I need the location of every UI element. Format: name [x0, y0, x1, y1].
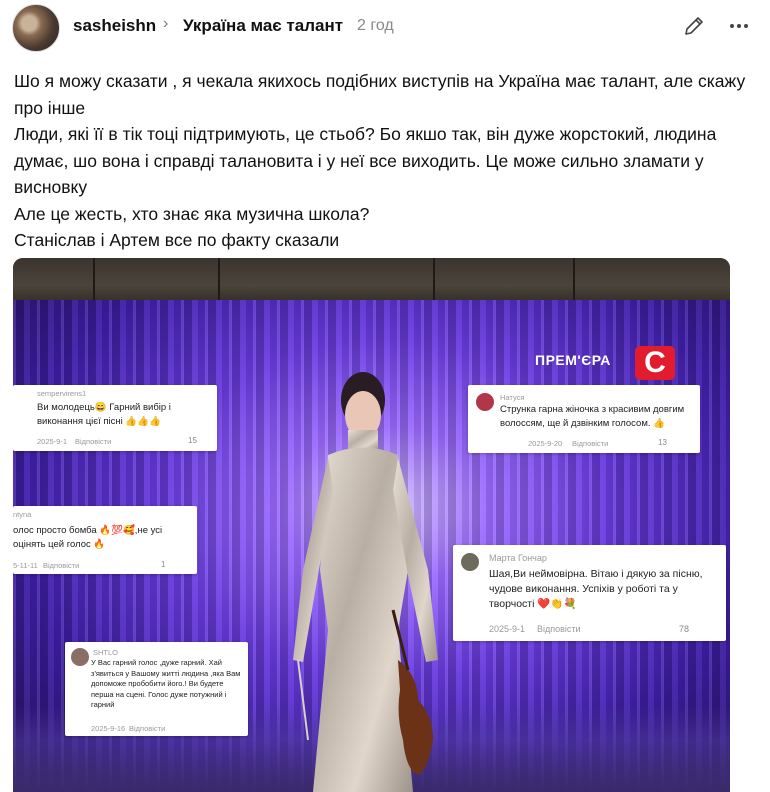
comment-text: Ви молодець😄 Гарний вибір і виконання ці… — [37, 402, 171, 427]
performer-figure — [293, 372, 438, 792]
avatar[interactable] — [12, 4, 60, 52]
comment-reply: Відповісти — [129, 724, 166, 733]
post-line: Але це жесть, хто знає яка музична школа… — [14, 203, 370, 224]
community-link[interactable]: Україна має талант — [183, 16, 343, 36]
comment-text: Шая,Ви неймовірна. Вітаю і дякую за пісн… — [489, 568, 703, 610]
premiere-label: ПРЕМ'ЄРА — [535, 352, 611, 368]
tv-screen: ПРЕМ'ЄРА С sempervirens1 Ви молодець😄 Га… — [13, 300, 730, 792]
comment-text: У Вас гарний голос ,дуже гарний. Хай з'я… — [91, 658, 241, 709]
comment-likes: 15 — [188, 436, 197, 445]
comment-date: 2025-9-1 — [37, 437, 68, 446]
comment-user: SHTLO — [93, 648, 119, 657]
post-line: Шо я можу сказати , я чекала якихось под… — [14, 71, 746, 118]
comment-avatar — [461, 553, 479, 571]
post-body: Шо я можу сказати , я чекала якихось под… — [14, 68, 754, 254]
post-line: Люди, які її в тік тоці підтримують, це … — [14, 124, 717, 197]
comment-likes: 1 — [161, 560, 166, 569]
comment-date: 2025-9-16 — [91, 724, 126, 733]
chevron-right-icon: › — [163, 15, 169, 32]
comment-date: 2025-9-1 — [489, 624, 526, 634]
comment-date: 2025-9-20 — [528, 439, 563, 448]
comment-avatar — [71, 648, 89, 666]
comment-date: 5-11-11 — [13, 561, 38, 570]
comment-reply: Відповісти — [43, 561, 80, 570]
comment-card: ntyna олос просто бомба 🔥💯🥰,не усі оціня… — [13, 506, 197, 574]
comment-user: Натуся — [500, 393, 525, 402]
more-dots-icon[interactable] — [727, 14, 751, 38]
channel-logo: С — [635, 346, 675, 380]
comment-card: sempervirens1 Ви молодець😄 Гарний вибір … — [13, 385, 217, 451]
post-header: sasheishn › Україна має талант 2 год — [0, 0, 770, 52]
username-link[interactable]: sasheishn — [73, 16, 156, 36]
comment-reply: Відповісти — [537, 624, 581, 634]
comment-card: SHTLO У Вас гарний голос ,дуже гарний. Х… — [65, 642, 248, 736]
comment-likes: 78 — [679, 624, 690, 634]
comment-user: sempervirens1 — [37, 389, 87, 398]
post-image[interactable]: ПРЕМ'ЄРА С sempervirens1 Ви молодець😄 Га… — [13, 258, 730, 792]
comment-card: Натуся Струнка гарна жіночка з красивим … — [468, 385, 700, 453]
comment-user: ntyna — [13, 510, 32, 519]
comment-reply: Відповісти — [75, 437, 112, 446]
comment-user: Марта Гончар — [489, 553, 547, 563]
comment-reply: Відповісти — [572, 439, 609, 448]
comment-avatar — [476, 393, 494, 411]
post-line: Станіслав і Артем все по факту сказали — [14, 230, 340, 250]
pencil-icon[interactable] — [682, 14, 706, 38]
comment-text: Струнка гарна жіночка з красивим довгим … — [500, 404, 685, 429]
comment-text: олос просто бомба 🔥💯🥰,не усі оцінять цей… — [13, 525, 163, 550]
comment-card: Марта Гончар Шая,Ви неймовірна. Вітаю і … — [453, 545, 726, 641]
post-time: 2 год — [357, 17, 394, 34]
comment-likes: 13 — [658, 438, 667, 447]
